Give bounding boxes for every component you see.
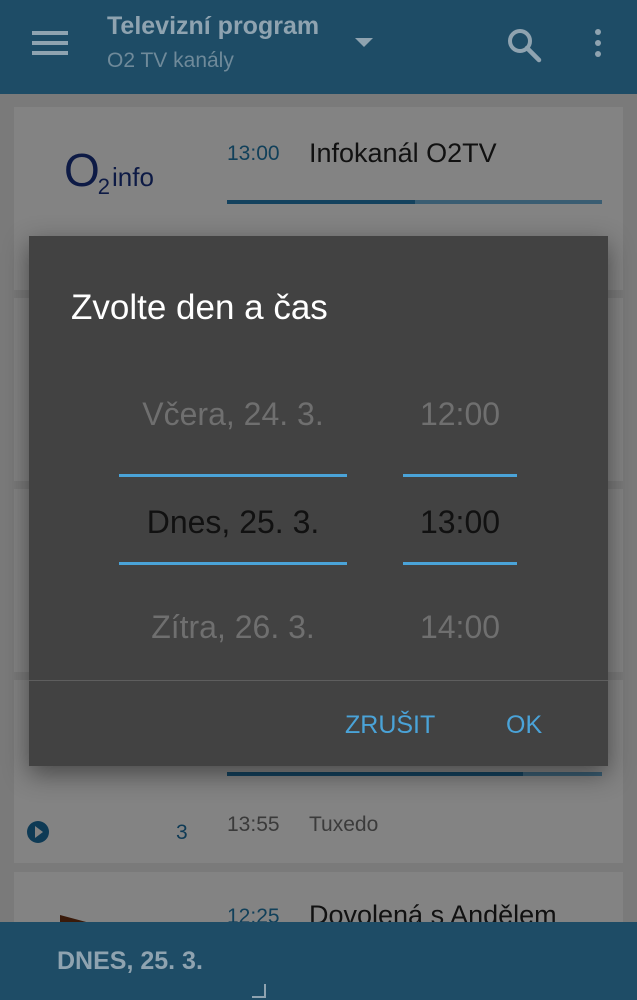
time-picker-divider-bottom — [403, 562, 517, 565]
time-option-previous[interactable]: 12:00 — [403, 396, 517, 433]
day-option-previous[interactable]: Včera, 24. 3. — [119, 396, 347, 433]
program-progress-bar — [227, 772, 602, 776]
time-option-selected[interactable]: 13:00 — [403, 504, 517, 541]
more-vert-icon[interactable] — [593, 29, 603, 59]
dropdown-arrow-icon[interactable] — [355, 38, 373, 47]
channel-number: 3 — [176, 821, 188, 844]
day-picker-divider-bottom — [119, 562, 347, 565]
program-progress-fill — [227, 200, 415, 204]
app-bar: Televizní program O2 TV kanály — [0, 0, 637, 94]
program-time: 13:00 — [227, 142, 280, 165]
time-picker-divider-top — [403, 474, 517, 477]
program-progress-fill — [227, 772, 524, 776]
program-title: Tuxedo — [309, 813, 379, 836]
date-time-picker-dialog: Zvolte den a čas Včera, 24. 3. Dnes, 25.… — [29, 236, 608, 766]
cancel-button[interactable]: ZRUŠIT — [345, 711, 435, 740]
ok-button[interactable]: OK — [506, 711, 542, 740]
corner-indicator-icon — [252, 984, 266, 998]
dialog-title: Zvolte den a čas — [71, 288, 328, 327]
program-time: 13:55 — [227, 813, 280, 836]
day-option-selected[interactable]: Dnes, 25. 3. — [119, 504, 347, 541]
current-date-label[interactable]: DNES, 25. 3. — [57, 947, 203, 976]
day-picker-divider-top — [119, 474, 347, 477]
program-title: Infokanál O2TV — [309, 138, 497, 168]
channel-logo-o2-info: O2info — [64, 144, 154, 199]
play-icon[interactable] — [27, 821, 49, 843]
app-title: Televizní program — [107, 12, 320, 40]
day-option-next[interactable]: Zítra, 26. 3. — [119, 609, 347, 646]
program-progress-bar — [227, 200, 602, 204]
bottom-date-bar: DNES, 25. 3. — [0, 922, 637, 1000]
dialog-button-separator — [29, 680, 608, 681]
time-option-next[interactable]: 14:00 — [403, 609, 517, 646]
hamburger-menu-icon[interactable] — [32, 31, 68, 55]
channel-group-selector[interactable]: Televizní program O2 TV kanály — [107, 12, 319, 73]
search-icon[interactable] — [506, 27, 542, 63]
app-subtitle: O2 TV kanály — [107, 49, 234, 72]
